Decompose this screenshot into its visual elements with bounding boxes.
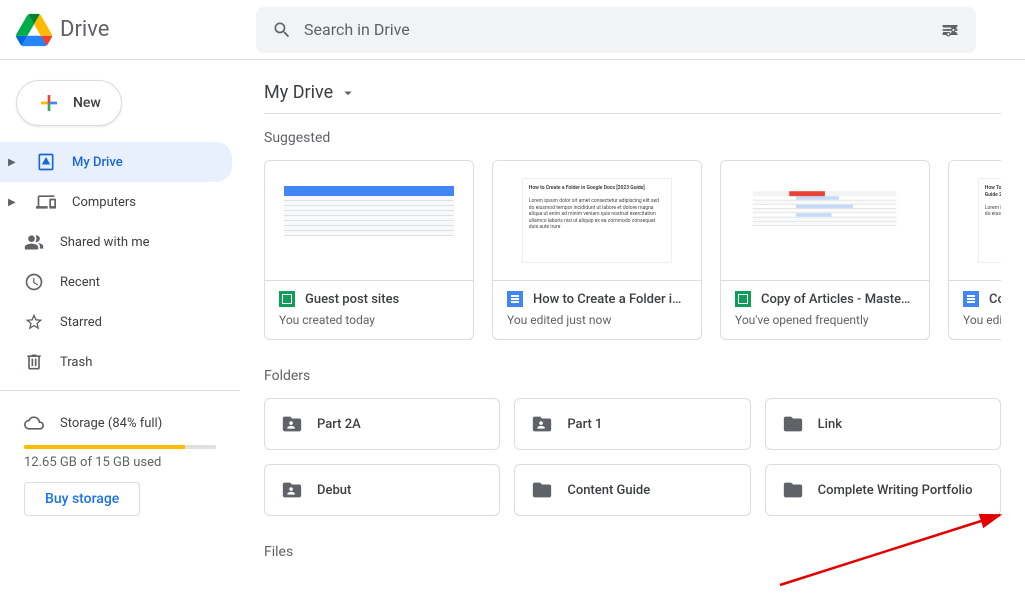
app-name: Drive: [60, 17, 109, 42]
sidebar-item-label: Recent: [60, 275, 100, 290]
storage-bar: [24, 445, 216, 449]
main-content: My Drive Suggested Guest post sites You …: [240, 60, 1025, 586]
folders-label: Folders: [264, 368, 1001, 384]
docs-icon: [507, 291, 523, 307]
shared-folder-icon: [531, 413, 553, 435]
sheets-icon: [735, 291, 751, 307]
folder-item[interactable]: Debut: [264, 464, 500, 516]
folder-item[interactable]: Complete Writing Portfolio: [765, 464, 1001, 516]
sidebar-item-label: Shared with me: [60, 235, 150, 250]
folder-icon: [782, 479, 804, 501]
sidebar: New ▶ My Drive ▶ Computers Shared with m…: [0, 60, 240, 586]
folder-name: Link: [818, 417, 842, 432]
shared-icon: [24, 232, 44, 252]
logo-section[interactable]: Drive: [16, 12, 256, 48]
card-title: Copy of Articles - Maste…: [761, 292, 910, 307]
folder-name: Complete Writing Portfolio: [818, 483, 973, 498]
suggested-label: Suggested: [264, 130, 1001, 146]
suggested-row: Guest post sites You created today How t…: [264, 160, 1001, 340]
drive-logo-icon: [16, 12, 52, 48]
search-input[interactable]: [304, 20, 928, 39]
card-thumbnail: [721, 161, 929, 281]
plus-icon: [37, 91, 61, 115]
star-icon: [24, 312, 44, 332]
storage-used-text: 12.65 GB of 15 GB used: [24, 455, 216, 470]
card-subtitle: You created today: [279, 313, 459, 327]
computers-icon: [36, 192, 56, 212]
search-options-icon[interactable]: [940, 20, 960, 40]
card-thumbnail: [265, 161, 473, 281]
drive-icon: [36, 152, 56, 172]
folder-name: Part 2A: [317, 417, 361, 432]
folder-item[interactable]: Part 1: [514, 398, 750, 450]
expand-icon[interactable]: ▶: [8, 197, 20, 208]
shared-folder-icon: [281, 413, 303, 435]
new-button-label: New: [73, 95, 101, 111]
breadcrumb[interactable]: My Drive: [264, 72, 1001, 114]
folders-grid: Part 2A Part 1 Link Debut Content Guide Compl…: [264, 398, 1001, 516]
card-title: Copy o: [989, 292, 1001, 307]
sidebar-item-recent[interactable]: Recent: [0, 262, 232, 302]
recent-icon: [24, 272, 44, 292]
trash-icon: [24, 352, 44, 372]
folder-item[interactable]: Part 2A: [264, 398, 500, 450]
card-thumbnail: How To Make GGuide 2023]Lorem ipsum dolo…: [949, 161, 1001, 281]
folder-name: Part 1: [567, 417, 602, 432]
files-label: Files: [264, 544, 1001, 560]
folder-icon: [531, 479, 553, 501]
search-icon: [272, 20, 292, 40]
app-header: Drive: [0, 0, 1025, 60]
shared-folder-icon: [281, 479, 303, 501]
folder-item[interactable]: Content Guide: [514, 464, 750, 516]
expand-icon[interactable]: ▶: [8, 157, 20, 168]
suggested-card[interactable]: Guest post sites You created today: [264, 160, 474, 340]
storage-label: Storage (84% full): [60, 416, 162, 431]
cloud-icon: [24, 413, 44, 433]
sheets-icon: [279, 291, 295, 307]
sidebar-item-label: Computers: [72, 195, 136, 210]
sidebar-item-trash[interactable]: Trash: [0, 342, 232, 382]
new-button[interactable]: New: [16, 80, 122, 126]
card-thumbnail: How to Create a Folder in Google Docs [2…: [493, 161, 701, 281]
sidebar-item-label: Starred: [60, 315, 102, 330]
sidebar-item-label: Trash: [60, 355, 92, 370]
chevron-down-icon: [339, 84, 357, 102]
sidebar-item-starred[interactable]: Starred: [0, 302, 232, 342]
folder-name: Debut: [317, 483, 351, 498]
sidebar-item-storage[interactable]: Storage (84% full): [24, 407, 216, 439]
card-subtitle: You edited y: [963, 313, 1001, 327]
card-subtitle: You've opened frequently: [735, 313, 915, 327]
folder-item[interactable]: Link: [765, 398, 1001, 450]
breadcrumb-label: My Drive: [264, 82, 333, 103]
docs-icon: [963, 291, 979, 307]
storage-section: Storage (84% full) 12.65 GB of 15 GB use…: [0, 399, 240, 524]
sidebar-item-computers[interactable]: ▶ Computers: [0, 182, 232, 222]
suggested-card[interactable]: How to Create a Folder in Google Docs [2…: [492, 160, 702, 340]
sidebar-item-my-drive[interactable]: ▶ My Drive: [0, 142, 232, 182]
buy-storage-button[interactable]: Buy storage: [24, 482, 140, 516]
suggested-card[interactable]: Copy of Articles - Maste… You've opened …: [720, 160, 930, 340]
card-title: How to Create a Folder i…: [533, 292, 681, 307]
sidebar-item-shared[interactable]: Shared with me: [0, 222, 232, 262]
card-title: Guest post sites: [305, 292, 399, 307]
search-bar[interactable]: [256, 7, 976, 53]
card-subtitle: You edited just now: [507, 313, 687, 327]
folder-icon: [782, 413, 804, 435]
sidebar-item-label: My Drive: [72, 155, 123, 170]
suggested-card[interactable]: How To Make GGuide 2023]Lorem ipsum dolo…: [948, 160, 1001, 340]
folder-name: Content Guide: [567, 483, 650, 498]
